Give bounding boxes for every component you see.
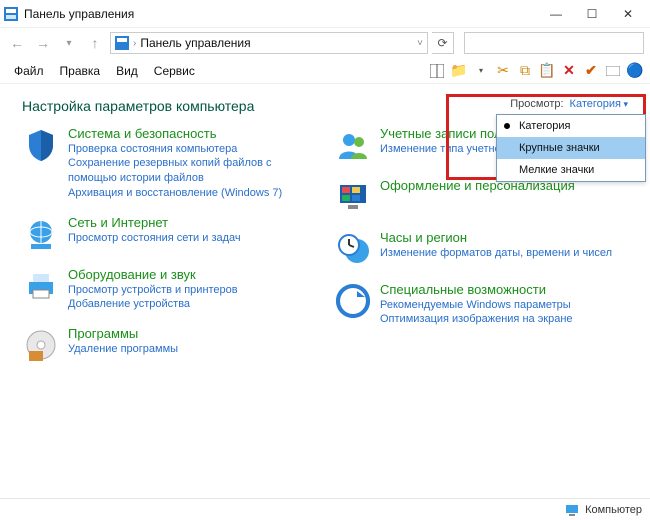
category-security: Система и безопасность Проверка состояни…	[22, 126, 316, 201]
content-area: Настройка параметров компьютера Просмотр…	[0, 84, 650, 378]
select-all-icon[interactable]	[604, 62, 622, 80]
monitor-icon	[334, 178, 372, 216]
dropdown-option-large-icons[interactable]: Крупные значки	[497, 137, 645, 159]
search-input[interactable]	[464, 32, 644, 54]
hardware-link-devices[interactable]: Просмотр устройств и принтеров	[68, 283, 238, 298]
computer-icon	[565, 503, 579, 517]
dropdown-option-label: Крупные значки	[519, 142, 600, 154]
check-icon[interactable]: ✔	[582, 62, 600, 80]
category-hardware-link[interactable]: Оборудование и звук	[68, 267, 238, 283]
status-text: Компьютер	[585, 504, 642, 516]
control-panel-icon	[115, 36, 129, 50]
refresh-button[interactable]: ⟳	[432, 32, 454, 54]
dropdown-option-label: Категория	[519, 120, 570, 132]
security-link-restore[interactable]: Архивация и восстановление (Windows 7)	[68, 186, 316, 201]
accounts-link-type[interactable]: Изменение типа учетной з	[380, 142, 515, 157]
view-by-row: Просмотр: Категория	[510, 98, 628, 110]
menu-view[interactable]: Вид	[108, 62, 146, 80]
menu-file[interactable]: Файл	[6, 62, 52, 80]
category-ease: Специальные возможности Рекомендуемые Wi…	[334, 282, 628, 327]
printer-icon	[22, 267, 60, 305]
maximize-button[interactable]: ☐	[574, 0, 610, 28]
programs-link-uninstall[interactable]: Удаление программы	[68, 342, 178, 357]
minimize-button[interactable]: —	[538, 0, 574, 28]
forward-button[interactable]: →	[32, 32, 54, 54]
hardware-link-add[interactable]: Добавление устройства	[68, 297, 238, 312]
category-programs-link[interactable]: Программы	[68, 326, 178, 342]
ease-icon	[334, 282, 372, 320]
toolbar: 📁 ▾ ✂ ⧉ 📋 ✕ ✔ 🔵	[428, 62, 644, 80]
category-ease-link[interactable]: Специальные возможности	[380, 282, 573, 298]
window-controls: — ☐ ✕	[538, 0, 646, 28]
control-panel-icon	[4, 7, 18, 21]
users-icon	[334, 126, 372, 164]
chevron-down-icon[interactable]: ▾	[472, 62, 490, 80]
delete-icon[interactable]: ✕	[560, 62, 578, 80]
chevron-down-icon[interactable]: ˅	[417, 38, 423, 49]
category-column-left: Система и безопасность Проверка состояни…	[22, 126, 316, 364]
globe-network-icon	[22, 215, 60, 253]
category-network-link[interactable]: Сеть и Интернет	[68, 215, 241, 231]
status-bar: Компьютер	[0, 498, 650, 520]
category-appearance: Оформление и персонализация	[334, 178, 628, 216]
clock-globe-icon	[334, 230, 372, 268]
security-link-status[interactable]: Проверка состояния компьютера	[68, 142, 316, 157]
ease-link-recommend[interactable]: Рекомендуемые Windows параметры	[380, 298, 573, 313]
scissors-icon[interactable]: ✂	[494, 62, 512, 80]
paste-icon[interactable]: 📋	[538, 62, 556, 80]
address-text: Панель управления	[140, 36, 250, 50]
chevron-right-icon: ›	[133, 38, 136, 49]
menu-edit[interactable]: Правка	[52, 62, 109, 80]
disc-icon	[22, 326, 60, 364]
panes-icon[interactable]	[428, 62, 446, 80]
dropdown-option-category[interactable]: Категория	[497, 115, 645, 137]
view-by-selector[interactable]: Категория	[570, 98, 628, 110]
close-button[interactable]: ✕	[610, 0, 646, 28]
back-button[interactable]: ←	[6, 32, 28, 54]
up-button[interactable]: ↑	[84, 32, 106, 54]
window-title: Панель управления	[24, 7, 134, 21]
shield-icon	[22, 126, 60, 164]
recent-locations-button[interactable]: ▾	[58, 32, 80, 54]
security-link-backup[interactable]: Сохранение резервных копий файлов с помо…	[68, 156, 316, 186]
category-security-link[interactable]: Система и безопасность	[68, 126, 316, 142]
menu-tools[interactable]: Сервис	[146, 62, 203, 80]
category-accounts-link[interactable]: Учетные записи поль	[380, 126, 515, 142]
view-by-dropdown: Категория Крупные значки Мелкие значки	[496, 114, 646, 182]
menu-bar: Файл Правка Вид Сервис 📁 ▾ ✂ ⧉ 📋 ✕ ✔ 🔵	[0, 58, 650, 84]
dropdown-option-small-icons[interactable]: Мелкие значки	[497, 159, 645, 181]
dropdown-option-label: Мелкие значки	[519, 164, 594, 176]
ease-link-display[interactable]: Оптимизация изображения на экране	[380, 312, 573, 327]
network-link-status[interactable]: Просмотр состояния сети и задач	[68, 231, 241, 246]
category-network: Сеть и Интернет Просмотр состояния сети …	[22, 215, 316, 253]
copy-icon[interactable]: ⧉	[516, 62, 534, 80]
titlebar: Панель управления — ☐ ✕	[0, 0, 650, 28]
address-bar: ← → ▾ ↑ › Панель управления ˅ ⟳	[0, 28, 650, 58]
category-programs: Программы Удаление программы	[22, 326, 316, 364]
address-box[interactable]: › Панель управления ˅	[110, 32, 428, 54]
globe-icon[interactable]: 🔵	[626, 62, 644, 80]
clock-link-formats[interactable]: Изменение форматов даты, времени и чисел	[380, 246, 612, 261]
view-by-label: Просмотр:	[510, 98, 563, 110]
category-hardware: Оборудование и звук Просмотр устройств и…	[22, 267, 316, 312]
folder-icon[interactable]: 📁	[450, 62, 468, 80]
category-clock: Часы и регион Изменение форматов даты, в…	[334, 230, 628, 268]
category-clock-link[interactable]: Часы и регион	[380, 230, 612, 246]
bullet-icon	[504, 123, 510, 129]
